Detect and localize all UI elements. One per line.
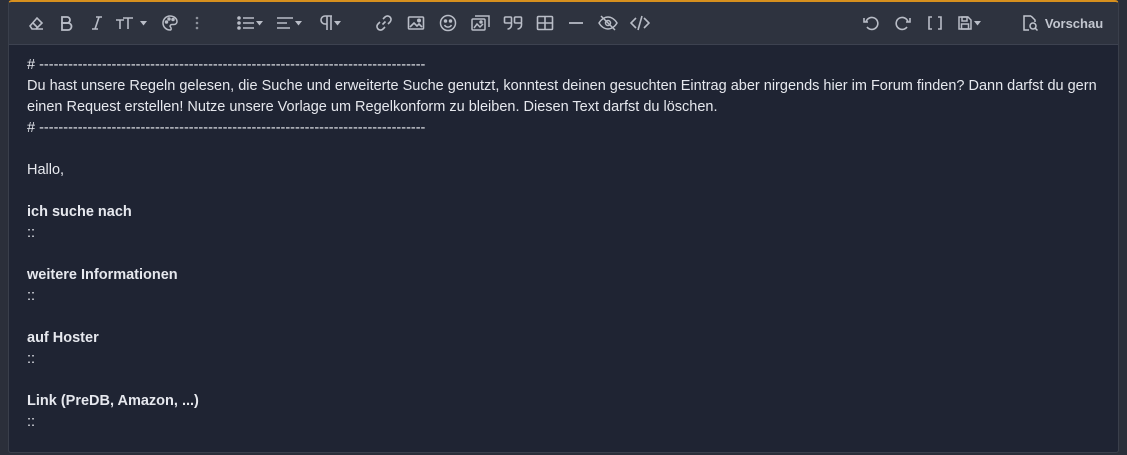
insert-media-button[interactable] [470, 10, 492, 36]
quote-icon [503, 15, 523, 31]
link-icon [375, 14, 393, 32]
chevron-down-icon [140, 20, 147, 26]
insert-image-button[interactable] [406, 10, 426, 36]
insert-table-button[interactable] [535, 10, 555, 36]
paragraph-dropdown[interactable] [316, 10, 344, 36]
insert-link-button[interactable] [374, 10, 394, 36]
editor-content-area[interactable]: # --------------------------------------… [27, 55, 1100, 433]
chevron-down-icon [256, 20, 263, 26]
editor-toolbar: Vorschau [9, 2, 1118, 45]
more-options-button[interactable] [193, 10, 201, 36]
section-value-hoster: :: [27, 351, 36, 367]
undo-icon [862, 14, 880, 32]
spoiler-hide-icon [598, 15, 618, 31]
color-button[interactable] [160, 10, 180, 36]
horizontal-rule-icon [568, 21, 584, 25]
undo-button[interactable] [861, 10, 881, 36]
spoiler-button[interactable] [597, 10, 619, 36]
horizontal-line-button[interactable] [567, 10, 585, 36]
section-heading-link: Link (PreDB, Amazon, ...) [27, 393, 199, 409]
insert-quote-button[interactable] [502, 10, 524, 36]
paragraph-icon [319, 15, 333, 31]
list-dropdown[interactable] [235, 10, 265, 36]
palette-icon [161, 14, 179, 32]
preview-icon [1021, 14, 1039, 32]
rich-text-editor: Vorschau # -----------------------------… [8, 0, 1119, 453]
bold-button[interactable] [57, 10, 75, 36]
image-icon [407, 15, 425, 31]
chevron-down-icon [334, 20, 341, 26]
preview-label: Vorschau [1044, 15, 1104, 31]
remove-format-button[interactable] [25, 10, 47, 36]
align-icon [276, 16, 294, 30]
redo-button[interactable] [893, 10, 913, 36]
greeting-text: Hallo, [27, 162, 65, 178]
toggle-bbcode-button[interactable] [926, 10, 944, 36]
media-icon [471, 14, 491, 32]
section-heading-hoster: auf Hoster [27, 330, 99, 346]
bold-icon [59, 15, 73, 31]
insert-smilie-button[interactable] [438, 10, 458, 36]
intro-text: Du hast unsere Regeln gelesen, die Suche… [27, 78, 1097, 115]
italic-button[interactable] [89, 10, 105, 36]
separator-line: # --------------------------------------… [27, 120, 426, 136]
chevron-down-icon [295, 20, 302, 26]
insert-code-button[interactable] [629, 10, 651, 36]
text-size-dropdown[interactable] [115, 10, 147, 36]
preview-button[interactable]: Vorschau [1019, 10, 1105, 36]
table-icon [536, 15, 554, 31]
text-size-icon [115, 15, 139, 31]
eraser-icon [27, 14, 45, 32]
save-draft-icon [957, 15, 973, 31]
list-icon [237, 16, 255, 30]
smiley-icon [439, 14, 457, 32]
italic-icon [91, 15, 103, 31]
bbcode-toggle-icon [927, 15, 943, 31]
section-heading-info: weitere Informationen [27, 267, 178, 283]
separator-line: # --------------------------------------… [27, 57, 426, 73]
section-heading-search: ich suche nach [27, 204, 132, 220]
section-value-link: :: [27, 414, 36, 430]
section-value-info: :: [27, 288, 36, 304]
more-vertical-icon [195, 16, 199, 30]
code-icon [630, 15, 650, 31]
drafts-dropdown[interactable] [954, 10, 984, 36]
chevron-down-icon [974, 20, 981, 26]
section-value-search: :: [27, 225, 36, 241]
align-dropdown[interactable] [274, 10, 304, 36]
redo-icon [894, 14, 912, 32]
